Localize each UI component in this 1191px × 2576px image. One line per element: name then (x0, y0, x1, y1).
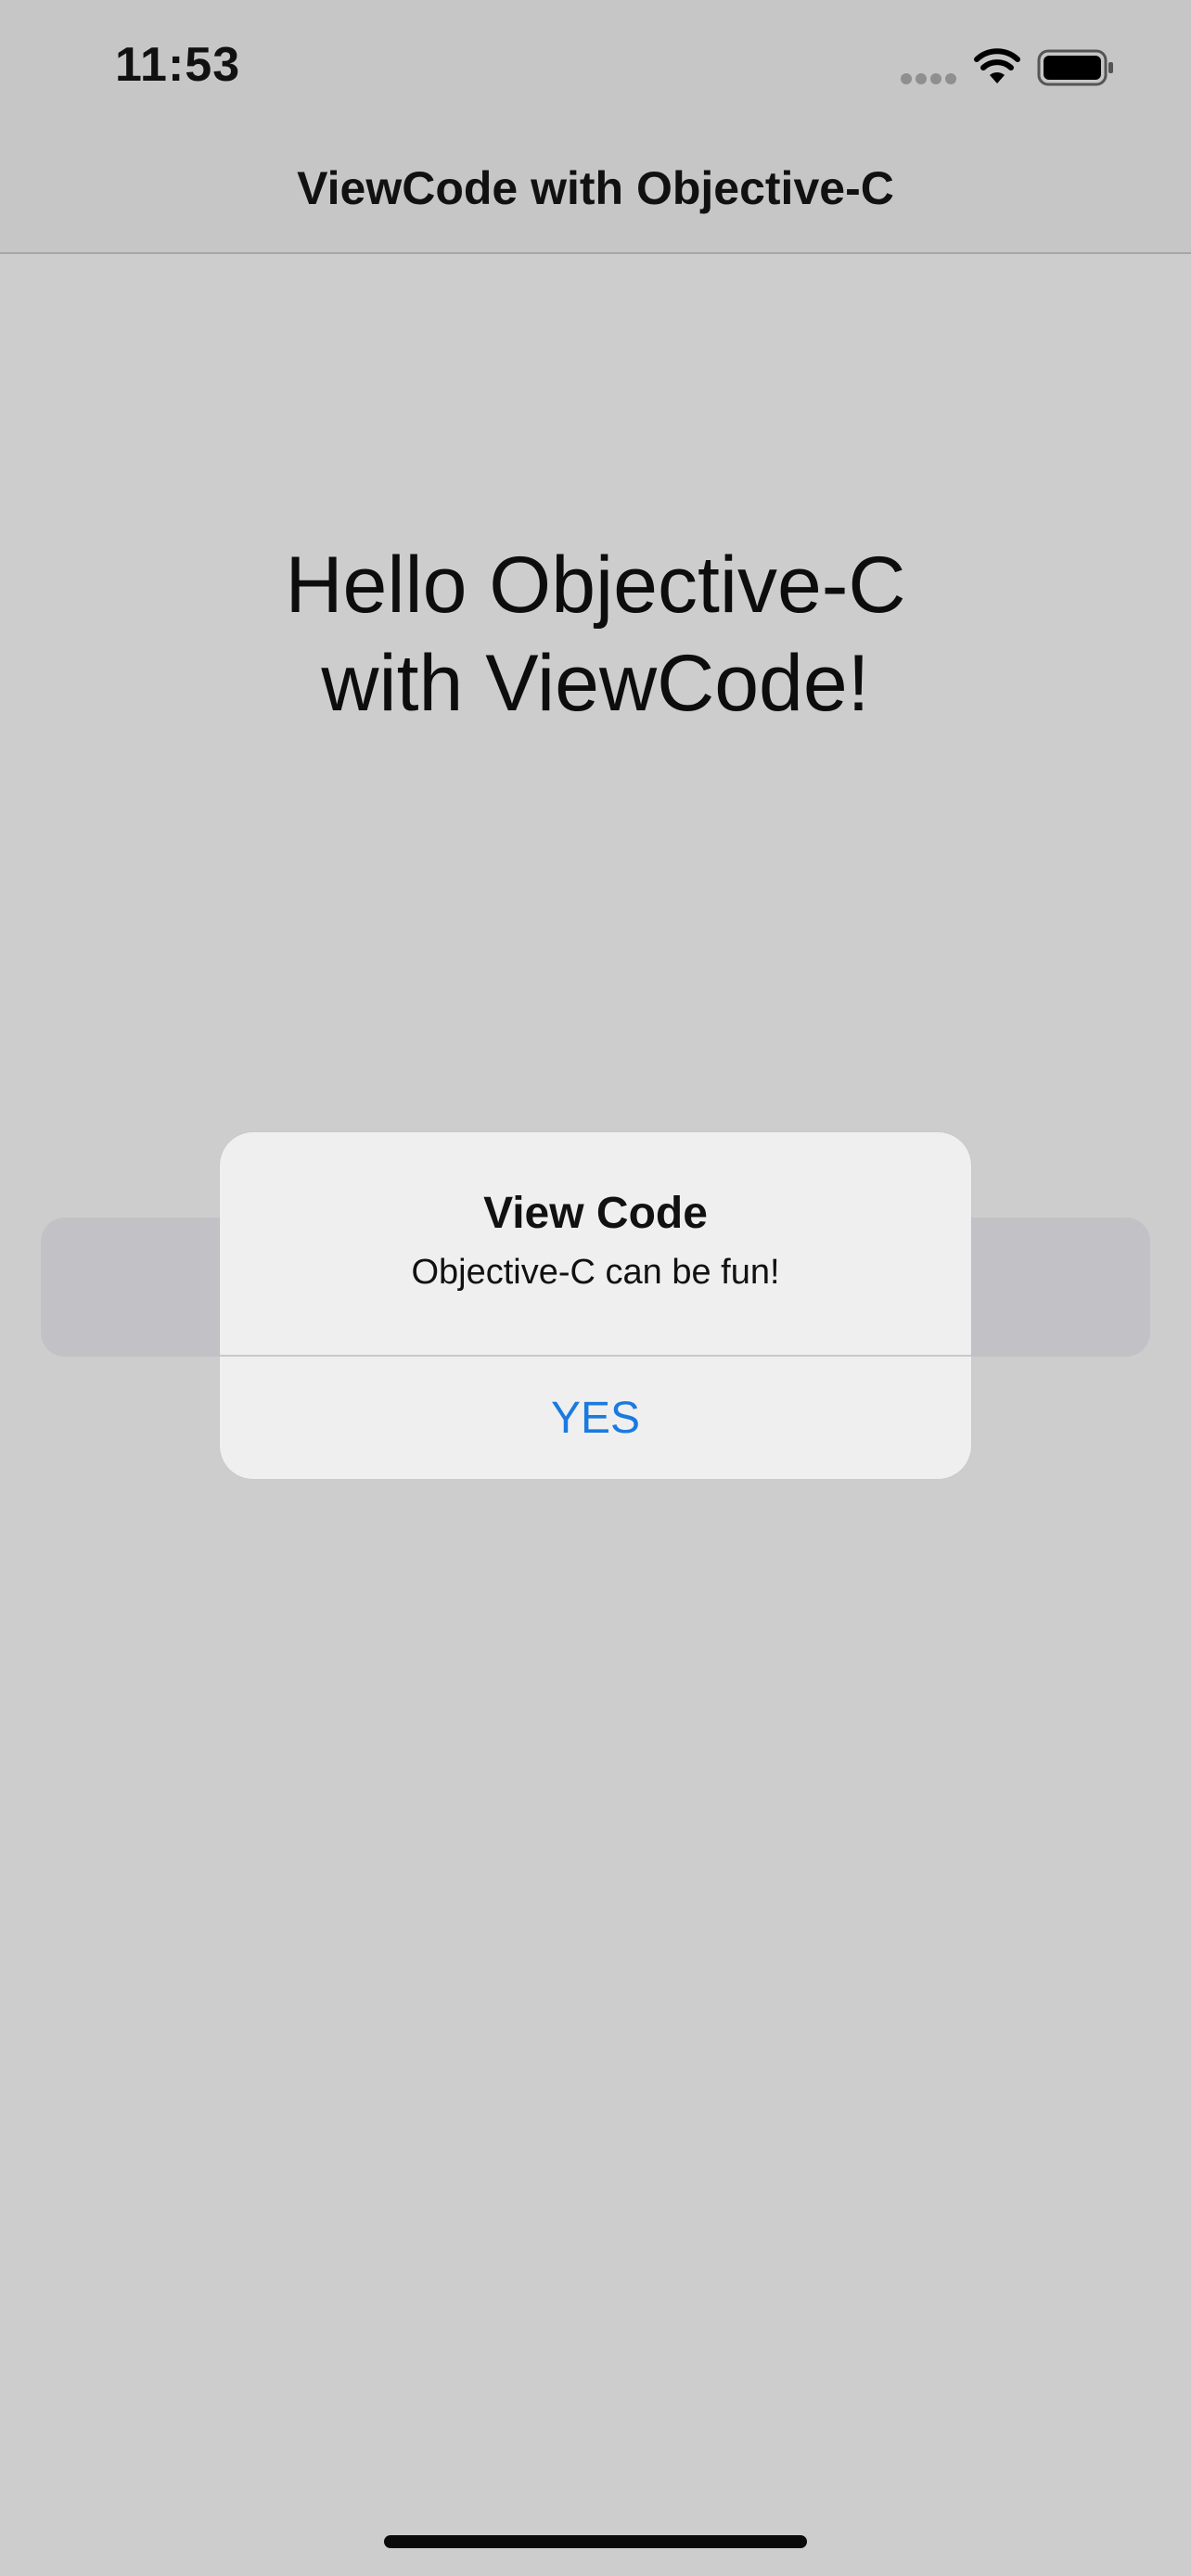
status-bar: 11:53 (0, 0, 1191, 139)
battery-icon (1037, 49, 1113, 86)
screen: 11:53 ViewCode with Objective-C Hello Ob… (0, 0, 1191, 2576)
hello-label-line2: with ViewCode! (321, 639, 870, 728)
hello-label: Hello Objective-C with ViewCode! (0, 536, 1191, 733)
navigation-bar: ViewCode with Objective-C (0, 139, 1191, 254)
cellular-dots-icon (901, 73, 956, 84)
alert-title: View Code (483, 1189, 708, 1238)
status-time: 11:53 (115, 38, 241, 92)
home-indicator[interactable] (384, 2535, 807, 2548)
nav-title: ViewCode with Objective-C (297, 162, 894, 214)
hello-label-line1: Hello Objective-C (285, 541, 906, 630)
alert-yes-button[interactable]: YES (220, 1357, 971, 1479)
alert-message: Objective-C can be fun! (411, 1253, 780, 1292)
wifi-icon (974, 48, 1020, 83)
alert-dialog: View Code Objective-C can be fun! YES (220, 1132, 971, 1479)
